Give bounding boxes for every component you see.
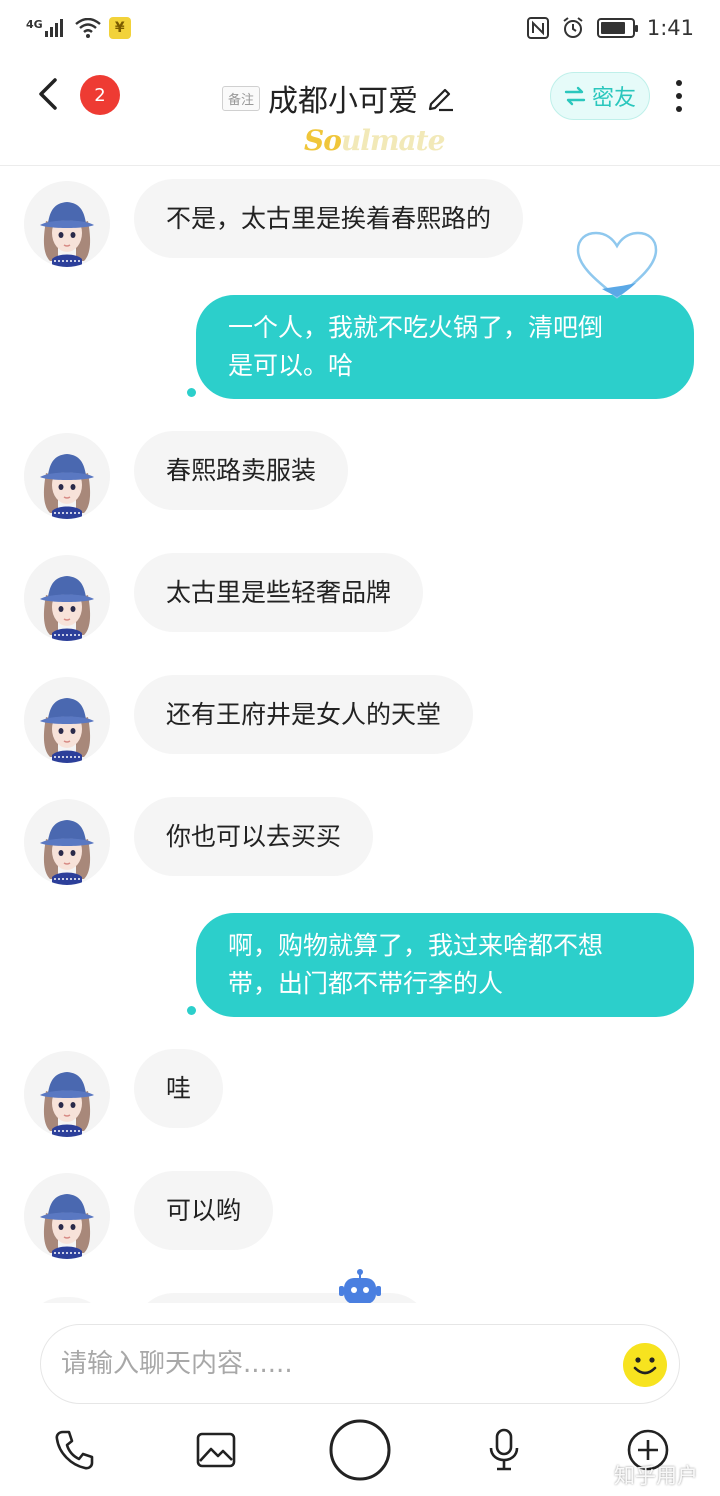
- status-right: 1:41: [526, 16, 694, 40]
- sent-status-dot: [187, 1006, 196, 1015]
- message-line: 啊，购物就算了，我过来啥都不想: [228, 931, 604, 960]
- outgoing-message-bubble[interactable]: 一个人，我就不吃火锅了，清吧倒 是可以。哈: [196, 295, 694, 399]
- chevron-left-icon: [39, 78, 57, 110]
- input-container: [40, 1324, 680, 1404]
- capture-button[interactable]: [328, 1418, 392, 1482]
- soulmate-tag: Soulmate: [304, 124, 446, 157]
- sent-status-dot: [187, 388, 196, 397]
- voice-button[interactable]: [484, 1428, 524, 1472]
- smiley-icon[interactable]: [623, 1343, 667, 1387]
- title-wrap: 备注 成都小可爱: [222, 76, 456, 120]
- friend-status-button[interactable]: 密友: [550, 72, 650, 120]
- message-line: 带，出门都不带行李的人: [228, 969, 504, 998]
- battery-fill: [600, 22, 625, 34]
- status-bar: 4G ¥ 1:41: [0, 0, 720, 56]
- unread-badge[interactable]: 2: [80, 75, 120, 115]
- incoming-message-bubble[interactable]: 不是，太古里是挨着春熙路的: [134, 179, 524, 258]
- clock: 1:41: [646, 16, 694, 40]
- watermark: 知乎用户: [614, 1464, 698, 1488]
- bottom-toolbar: [0, 1410, 720, 1496]
- back-button[interactable]: [30, 74, 66, 114]
- incoming-message-bubble[interactable]: 还有王府井是女人的天堂: [134, 675, 474, 754]
- avatar[interactable]: [24, 433, 110, 519]
- incoming-message-bubble[interactable]: 春熙路卖服装: [134, 431, 349, 510]
- phone-icon: [55, 1430, 94, 1470]
- avatar[interactable]: [24, 799, 110, 885]
- avatar-partial[interactable]: [24, 1297, 110, 1303]
- robot-icon[interactable]: [338, 1269, 382, 1303]
- incoming-message-bubble[interactable]: 你也可以去买买: [134, 797, 374, 876]
- avatar[interactable]: [24, 181, 110, 267]
- chat-header: 2 备注 成都小可爱 Soulmate 密友: [0, 56, 720, 166]
- battery-icon: [596, 18, 638, 38]
- payment-notification-icon: ¥: [108, 17, 131, 39]
- nfc-icon: [526, 17, 549, 39]
- message-line: 一个人，我就不吃火锅了，清吧倒: [228, 313, 604, 342]
- swap-arrows-icon: [564, 86, 586, 106]
- remark-tag[interactable]: 备注: [222, 85, 261, 111]
- microphone-icon: [489, 1428, 519, 1471]
- outgoing-message-bubble[interactable]: 啊，购物就算了，我过来啥都不想 带，出门都不带行李的人: [196, 913, 694, 1017]
- alarm-icon: [563, 17, 583, 38]
- incoming-bubble-partial[interactable]: [134, 1293, 430, 1303]
- chat-title: 成都小可爱: [268, 84, 419, 119]
- avatar[interactable]: [24, 677, 110, 763]
- avatar[interactable]: [24, 555, 110, 641]
- soulmate-suffix: ulmate: [340, 124, 446, 157]
- chat-input[interactable]: [61, 1335, 611, 1393]
- image-button[interactable]: [194, 1428, 238, 1472]
- incoming-message-bubble[interactable]: 可以哟: [134, 1171, 274, 1250]
- image-icon: [196, 1432, 236, 1468]
- status-left: 4G ¥: [26, 17, 131, 39]
- friend-status-label: 密友: [591, 86, 636, 111]
- more-vertical-icon[interactable]: [664, 76, 694, 116]
- pencil-icon[interactable]: [426, 83, 456, 113]
- cellular-icon: 4G: [26, 19, 67, 37]
- network-type: 4G: [26, 18, 43, 31]
- wifi-icon: [74, 18, 101, 38]
- soulmate-prefix: So: [304, 124, 342, 157]
- avatar[interactable]: [24, 1051, 110, 1137]
- message-line: 是可以。哈: [228, 351, 354, 380]
- message-list[interactable]: 不是，太古里是挨着春熙路的一个人，我就不吃火锅了，清吧倒 是可以。哈 春熙路卖服装…: [0, 167, 720, 1303]
- capture-circle-icon: [329, 1419, 391, 1481]
- phone-button[interactable]: [52, 1428, 96, 1472]
- incoming-message-bubble[interactable]: 太古里是些轻奢品牌: [134, 553, 424, 632]
- avatar[interactable]: [24, 1173, 110, 1259]
- incoming-message-bubble[interactable]: 哇: [134, 1049, 224, 1128]
- heart-icon[interactable]: [574, 229, 660, 303]
